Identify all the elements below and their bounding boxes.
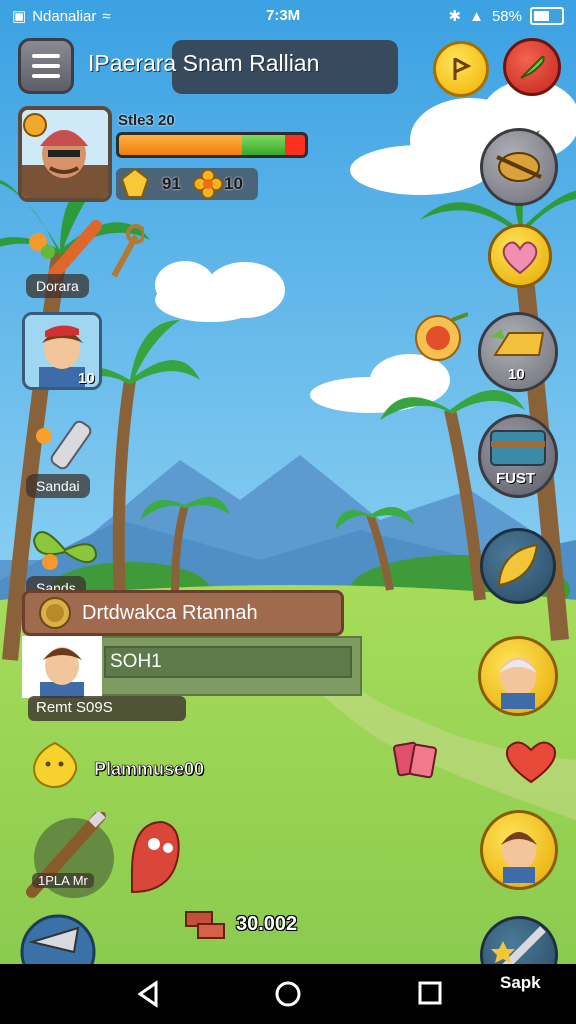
chat-input-value: SOH1 (110, 651, 162, 672)
flower-icon (193, 169, 223, 199)
elder-avatar (499, 657, 537, 709)
page-title: IPaerara Snam Rallian (88, 50, 320, 76)
leaf-icon (497, 543, 539, 587)
coin-badge-icon (39, 597, 71, 629)
notification-icon: ▣ (12, 8, 27, 25)
crafting-tools-icon[interactable] (24, 216, 144, 282)
lemon-icon[interactable] (30, 740, 80, 790)
heart-icon (502, 241, 538, 275)
status-bar: ▣ Ndanaliar ≈ 7:3M ✱ ▲ 58% (0, 0, 576, 34)
menu-item-sandai[interactable]: Sandai (26, 474, 90, 498)
gold-bar-count: 10 (508, 366, 525, 383)
right-menu-heart[interactable] (488, 224, 552, 288)
status-time: 7:3M (266, 7, 301, 24)
compass-icon (496, 152, 542, 182)
signal-icon: ▲ (469, 7, 484, 25)
butterfly-icon[interactable] (30, 520, 100, 580)
right-menu-compass[interactable] (480, 128, 558, 206)
rank-badge-icon (23, 113, 47, 137)
menu-item-dorara[interactable]: Dorara (26, 274, 89, 298)
hero-card-count: 10 (78, 370, 95, 387)
heart-gem-icon[interactable] (500, 734, 562, 786)
xp-bar-fill (241, 135, 285, 155)
quest-button[interactable] (503, 38, 561, 96)
flower-count: 10 (224, 174, 243, 193)
chat-avatar-portrait (22, 636, 102, 698)
health-bar-fill (119, 135, 242, 155)
brick-icon (185, 911, 225, 939)
recents-icon[interactable] (417, 980, 443, 1006)
hamburger-menu-button[interactable] (18, 38, 74, 94)
sub-label: Remt S09S (36, 699, 113, 716)
back-icon[interactable] (134, 980, 162, 1008)
gold-label: Plammuse00 (94, 759, 205, 780)
coins-count: 30.002 (236, 913, 298, 935)
right-menu-elder[interactable] (478, 636, 558, 716)
character-name: Drtdwakca Rtannah (82, 602, 258, 624)
shield-tool-button[interactable] (18, 912, 98, 968)
sapk-label: Sapk (500, 973, 541, 992)
right-menu-leaf[interactable] (480, 528, 556, 604)
player-level: Stle3 20 (118, 112, 175, 129)
home-icon[interactable] (274, 980, 302, 1008)
friend-avatar (501, 832, 537, 883)
cards-icon[interactable] (392, 738, 444, 782)
flag-icon (453, 57, 472, 80)
chest-icon (490, 430, 546, 466)
spyglass-icon[interactable] (30, 412, 120, 472)
gem-icon (120, 167, 150, 198)
chest-label: FUST (496, 470, 536, 487)
battery-percent: 58% (491, 7, 522, 25)
status-app-label: Ndanaliar (32, 7, 97, 25)
right-menu-friend[interactable] (480, 810, 558, 890)
bluetooth-icon: ✱ (448, 8, 462, 25)
battery-icon (530, 7, 564, 25)
play-button[interactable] (433, 41, 489, 97)
feather-icon (520, 55, 545, 79)
slime-icon (131, 820, 180, 894)
gem-count: 91 (162, 174, 181, 193)
chat-avatar (22, 636, 102, 698)
target-icon[interactable] (412, 310, 468, 366)
health-bar (116, 132, 308, 158)
weapon-label: 1PLA Mr (32, 873, 94, 888)
wifi-icon: ≈ (102, 7, 111, 25)
